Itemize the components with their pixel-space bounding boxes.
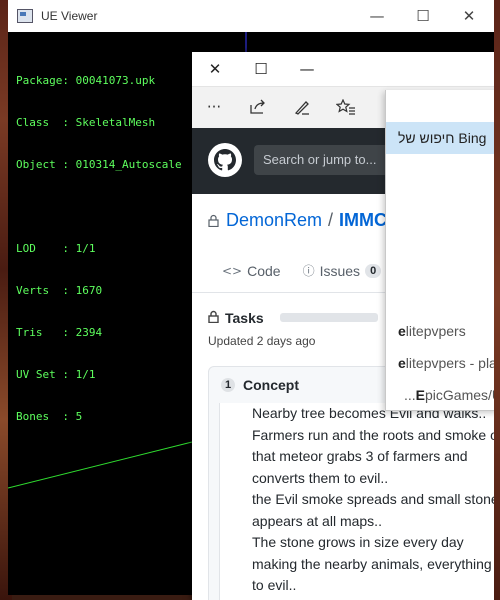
- card-line: that meteor grabs 3 of farmers and: [252, 448, 468, 464]
- project-card[interactable]: Nearby tree becomes Evil and walks.. Far…: [219, 403, 500, 600]
- repo-owner-link[interactable]: DemonRem: [226, 210, 322, 231]
- window-title: UE Viewer: [41, 9, 98, 23]
- pen-icon[interactable]: [288, 95, 316, 119]
- card-line: appears at all maps..: [252, 512, 382, 529]
- project-header: Tasks: [208, 310, 264, 326]
- app-icon: [17, 9, 33, 23]
- card-line: Farmers run and the roots and smoke of: [252, 426, 500, 443]
- code-icon: <>: [222, 263, 243, 278]
- suggestion-item[interactable]: elitepvpers - pla: [398, 355, 497, 371]
- repo-tabs: <> Code ⓘ Issues 0: [222, 262, 403, 279]
- repo-name-link[interactable]: IMMC: [339, 210, 387, 231]
- suggestion-match: e: [398, 323, 406, 339]
- bing-search-suggestion[interactable]: חיפוש של Bing: [386, 122, 500, 154]
- tab-issues-label: Issues: [319, 262, 361, 279]
- project-progress-bar: [280, 313, 378, 322]
- search-suggestions-dropdown: חיפוש של Bing elitepvpers elitepvpers - …: [385, 90, 500, 411]
- close-button[interactable]: ✕: [446, 0, 492, 32]
- suggestion-item[interactable]: ...EpicGames/U: [404, 387, 500, 403]
- card-line: making the nearby animals, everything: [252, 555, 492, 572]
- card-line: the Evil smoke spreads and small stone: [252, 491, 499, 507]
- x-axis-line: [8, 441, 193, 489]
- ue-viewer-titlebar[interactable]: UE Viewer — ☐ ✕: [8, 0, 500, 32]
- repo-title: DemonRem / IMMC: [208, 210, 387, 231]
- favorites-icon[interactable]: [332, 95, 360, 119]
- suggestion-prefix: ...: [404, 387, 416, 403]
- suggestion-text: litepvpers: [405, 323, 466, 339]
- suggestion-text: picGames/U: [425, 387, 500, 403]
- suggestion-item[interactable]: elitepvpers: [398, 323, 466, 339]
- issues-count: 0: [365, 263, 382, 278]
- card-note-text: Nearby tree becomes Evil and walks.. Far…: [252, 403, 500, 597]
- tab-issues[interactable]: ⓘ Issues 0: [303, 262, 382, 279]
- share-icon[interactable]: [244, 95, 272, 119]
- desktop-wallpaper-edge: [494, 0, 500, 600]
- suggestion-match: E: [415, 387, 426, 403]
- maximize-button[interactable]: ☐: [400, 0, 446, 32]
- updated-text: Updated 2 days ago: [208, 334, 316, 348]
- minimize-button[interactable]: —: [354, 0, 400, 32]
- suggestion-text: litepvpers - pla: [405, 355, 497, 371]
- card-line: to evil..: [252, 577, 297, 593]
- suggestion-match: e: [398, 355, 406, 371]
- card-line: The stone grows in size every day: [252, 534, 464, 550]
- column-title: Concept: [243, 377, 299, 393]
- tab-code-label: Code: [247, 262, 281, 279]
- close-icon[interactable]: ✕: [192, 52, 238, 86]
- project-title[interactable]: Tasks: [225, 310, 264, 326]
- maximize-icon[interactable]: ☐: [238, 52, 284, 86]
- issue-icon: ⓘ: [302, 264, 315, 278]
- column-card-count: 1: [221, 378, 235, 392]
- github-logo-icon[interactable]: [208, 143, 242, 177]
- lock-icon: [208, 214, 220, 228]
- more-options-icon[interactable]: ···: [200, 95, 228, 119]
- repo-separator: /: [328, 210, 334, 230]
- lock-icon: [208, 310, 219, 326]
- column-header: 1 Concept: [221, 377, 299, 393]
- browser-titlebar[interactable]: ✕ ☐ —: [192, 52, 500, 86]
- minimize-icon[interactable]: —: [284, 52, 330, 86]
- tab-code[interactable]: <> Code: [222, 263, 281, 279]
- card-line: converts them to evil..: [252, 469, 389, 486]
